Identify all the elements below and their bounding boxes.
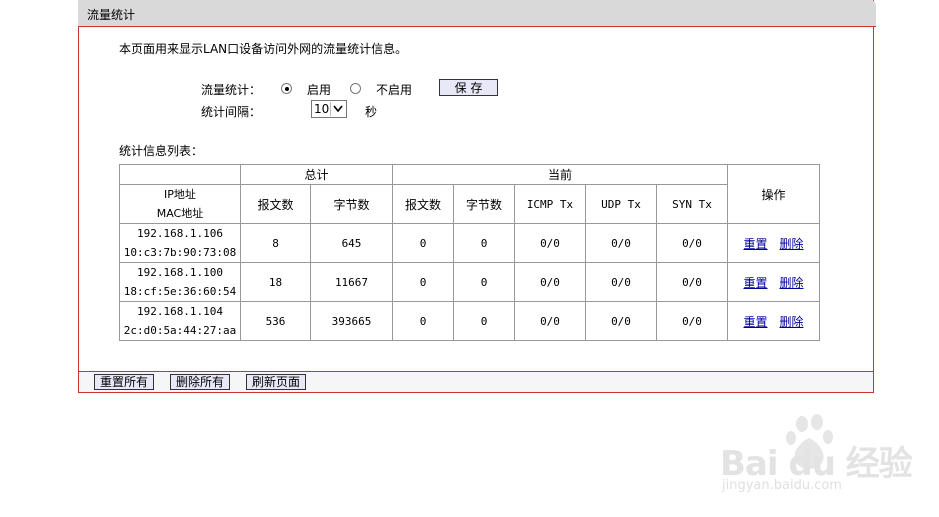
cur-packets: 0	[392, 223, 454, 263]
ops-cell: 重置 删除	[727, 223, 820, 263]
interval-label: 统计间隔：	[201, 105, 262, 119]
table-row: 192.168.1.104 2c:d0:5a:44:27:aa 536 3936…	[119, 301, 820, 341]
syn-tx: 0/0	[656, 223, 728, 263]
enable-label: 启用	[307, 83, 332, 97]
mac-address: 2c:d0:5a:44:27:aa	[123, 324, 237, 337]
delete-all-button[interactable]: 删除所有	[170, 374, 230, 390]
traffic-stats-panel: 流量统计 本页面用来显示LAN口设备访问外网的流量统计信息。 流量统计： 启用 …	[78, 0, 876, 393]
syn-tx: 0/0	[656, 262, 728, 302]
total-bytes: 645	[310, 223, 393, 263]
panel-header: 流量统计	[78, 0, 876, 27]
ip-address: 192.168.1.106	[136, 227, 224, 240]
header-ip-mac: IP地址 MAC地址	[119, 184, 241, 224]
stat-label: 流量统计：	[201, 83, 262, 97]
refresh-page-button[interactable]: 刷新页面	[246, 374, 306, 390]
enable-radio[interactable]	[281, 83, 292, 94]
header-total-packets: 报文数	[240, 184, 311, 224]
disable-radio[interactable]	[350, 83, 361, 94]
header-udp: UDP Tx	[585, 184, 657, 224]
delete-link[interactable]: 删除	[780, 276, 804, 290]
table-row: 192.168.1.106 10:c3:7b:90:73:08 8 645 0 …	[119, 223, 820, 263]
header-ip: IP地址	[164, 188, 196, 201]
page-title: 流量统计	[87, 8, 136, 22]
stats-table: 总计 当前 操作 IP地址 MAC地址 报文数 字节数 报文数 字节数 ICMP…	[119, 164, 820, 341]
page-description: 本页面用来显示LAN口设备访问外网的流量统计信息。	[119, 42, 408, 56]
total-packets: 18	[240, 262, 311, 302]
reset-all-button[interactable]: 重置所有	[94, 374, 154, 390]
ops-cell: 重置 删除	[727, 301, 820, 341]
udp-tx: 0/0	[585, 223, 657, 263]
header-total-bytes: 字节数	[310, 184, 393, 224]
save-button[interactable]: 保 存	[439, 79, 498, 96]
total-packets: 8	[240, 223, 311, 263]
ops-cell: 重置 删除	[727, 262, 820, 302]
header-total-group: 总计	[240, 164, 393, 185]
total-bytes: 11667	[310, 262, 393, 302]
ip-mac-cell: 192.168.1.104 2c:d0:5a:44:27:aa	[119, 301, 241, 341]
table-caption: 统计信息列表：	[119, 144, 204, 158]
interval-select[interactable]: 10	[311, 100, 347, 118]
disable-label: 不启用	[376, 83, 413, 97]
mac-address: 10:c3:7b:90:73:08	[123, 246, 237, 259]
cur-bytes: 0	[453, 301, 515, 341]
baidu-watermark: Bai du 经验 jingyan.baidu.com	[720, 410, 913, 500]
watermark-url: jingyan.baidu.com	[722, 478, 842, 493]
header-cur-bytes: 字节数	[453, 184, 515, 224]
cur-bytes: 0	[453, 223, 515, 263]
reset-link[interactable]: 重置	[743, 315, 767, 329]
ip-mac-cell: 192.168.1.106 10:c3:7b:90:73:08	[119, 223, 241, 263]
udp-tx: 0/0	[585, 262, 657, 302]
ip-address: 192.168.1.104	[136, 305, 224, 318]
interval-unit: 秒	[365, 105, 378, 119]
cur-packets: 0	[392, 262, 454, 302]
header-cur-packets: 报文数	[392, 184, 454, 224]
reset-link[interactable]: 重置	[743, 276, 767, 290]
header-ops: 操作	[727, 164, 820, 224]
ip-mac-cell: 192.168.1.100 18:cf:5e:36:60:54	[119, 262, 241, 302]
cur-bytes: 0	[453, 262, 515, 302]
table-row: 192.168.1.100 18:cf:5e:36:60:54 18 11667…	[119, 262, 820, 302]
header-syn: SYN Tx	[656, 184, 728, 224]
chevron-down-icon[interactable]	[330, 102, 345, 116]
icmp-tx: 0/0	[514, 262, 586, 302]
cur-packets: 0	[392, 301, 454, 341]
udp-tx: 0/0	[585, 301, 657, 341]
header-blank	[119, 164, 241, 185]
header-mac: MAC地址	[156, 207, 204, 220]
footer-bar: 重置所有 删除所有 刷新页面	[79, 371, 873, 392]
delete-link[interactable]: 删除	[780, 315, 804, 329]
reset-link[interactable]: 重置	[743, 237, 767, 251]
interval-value: 10	[314, 102, 330, 116]
ip-address: 192.168.1.100	[136, 266, 224, 279]
icmp-tx: 0/0	[514, 223, 586, 263]
header-icmp: ICMP Tx	[514, 184, 586, 224]
delete-link[interactable]: 删除	[780, 237, 804, 251]
total-bytes: 393665	[310, 301, 393, 341]
total-packets: 536	[240, 301, 311, 341]
syn-tx: 0/0	[656, 301, 728, 341]
icmp-tx: 0/0	[514, 301, 586, 341]
mac-address: 18:cf:5e:36:60:54	[123, 285, 237, 298]
header-current-group: 当前	[392, 164, 728, 185]
